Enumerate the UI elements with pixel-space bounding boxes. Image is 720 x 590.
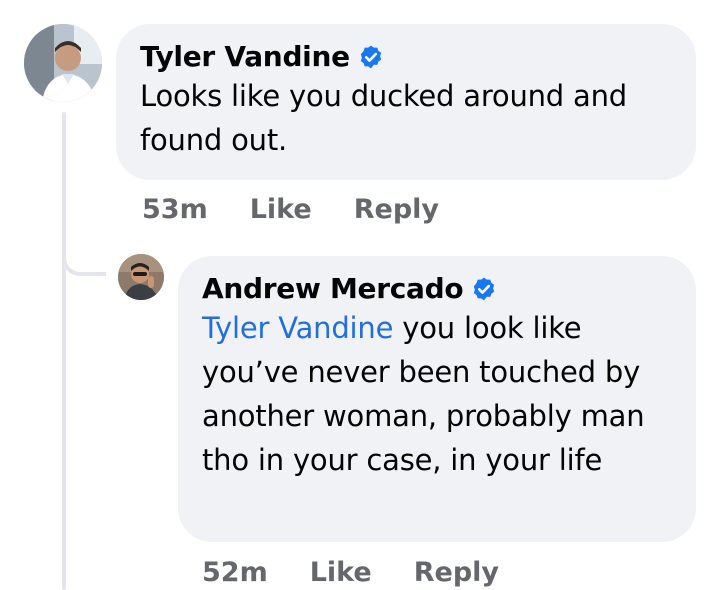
comment-actions: 53m Like Reply xyxy=(142,194,439,225)
profile-photo-icon xyxy=(24,24,102,102)
avatar[interactable] xyxy=(24,24,102,102)
verified-badge-icon xyxy=(360,45,381,69)
like-button[interactable]: Like xyxy=(310,557,372,588)
comment-actions: 52m Like Reply xyxy=(202,557,499,588)
comment-author-row: Tyler Vandine xyxy=(140,40,672,74)
like-button[interactable]: Like xyxy=(250,194,312,225)
profile-photo-icon xyxy=(118,254,164,300)
comment-author-name[interactable]: Andrew Mercado xyxy=(202,272,464,306)
comment-text: Looks like you ducked around and found o… xyxy=(140,79,627,157)
comment-timestamp[interactable]: 52m xyxy=(202,557,268,588)
comment-author-row: Andrew Mercado xyxy=(202,272,672,306)
comment-bubble: Andrew Mercado Tyler Vandine you look li… xyxy=(178,256,696,542)
comment-text: Tyler Vandine you look like you’ve never… xyxy=(202,306,672,482)
comment-timestamp[interactable]: 53m xyxy=(142,194,208,225)
comment-author-name[interactable]: Tyler Vandine xyxy=(140,40,350,74)
reply-button[interactable]: Reply xyxy=(414,557,499,588)
comment-bubble: Tyler Vandine Looks like you ducked arou… xyxy=(116,24,696,180)
avatar[interactable] xyxy=(118,254,164,300)
mention-link[interactable]: Tyler Vandine xyxy=(202,311,393,345)
thread-line xyxy=(62,112,66,590)
reply-button[interactable]: Reply xyxy=(354,194,439,225)
reply-connector xyxy=(62,218,106,276)
verified-badge-icon xyxy=(474,277,495,301)
